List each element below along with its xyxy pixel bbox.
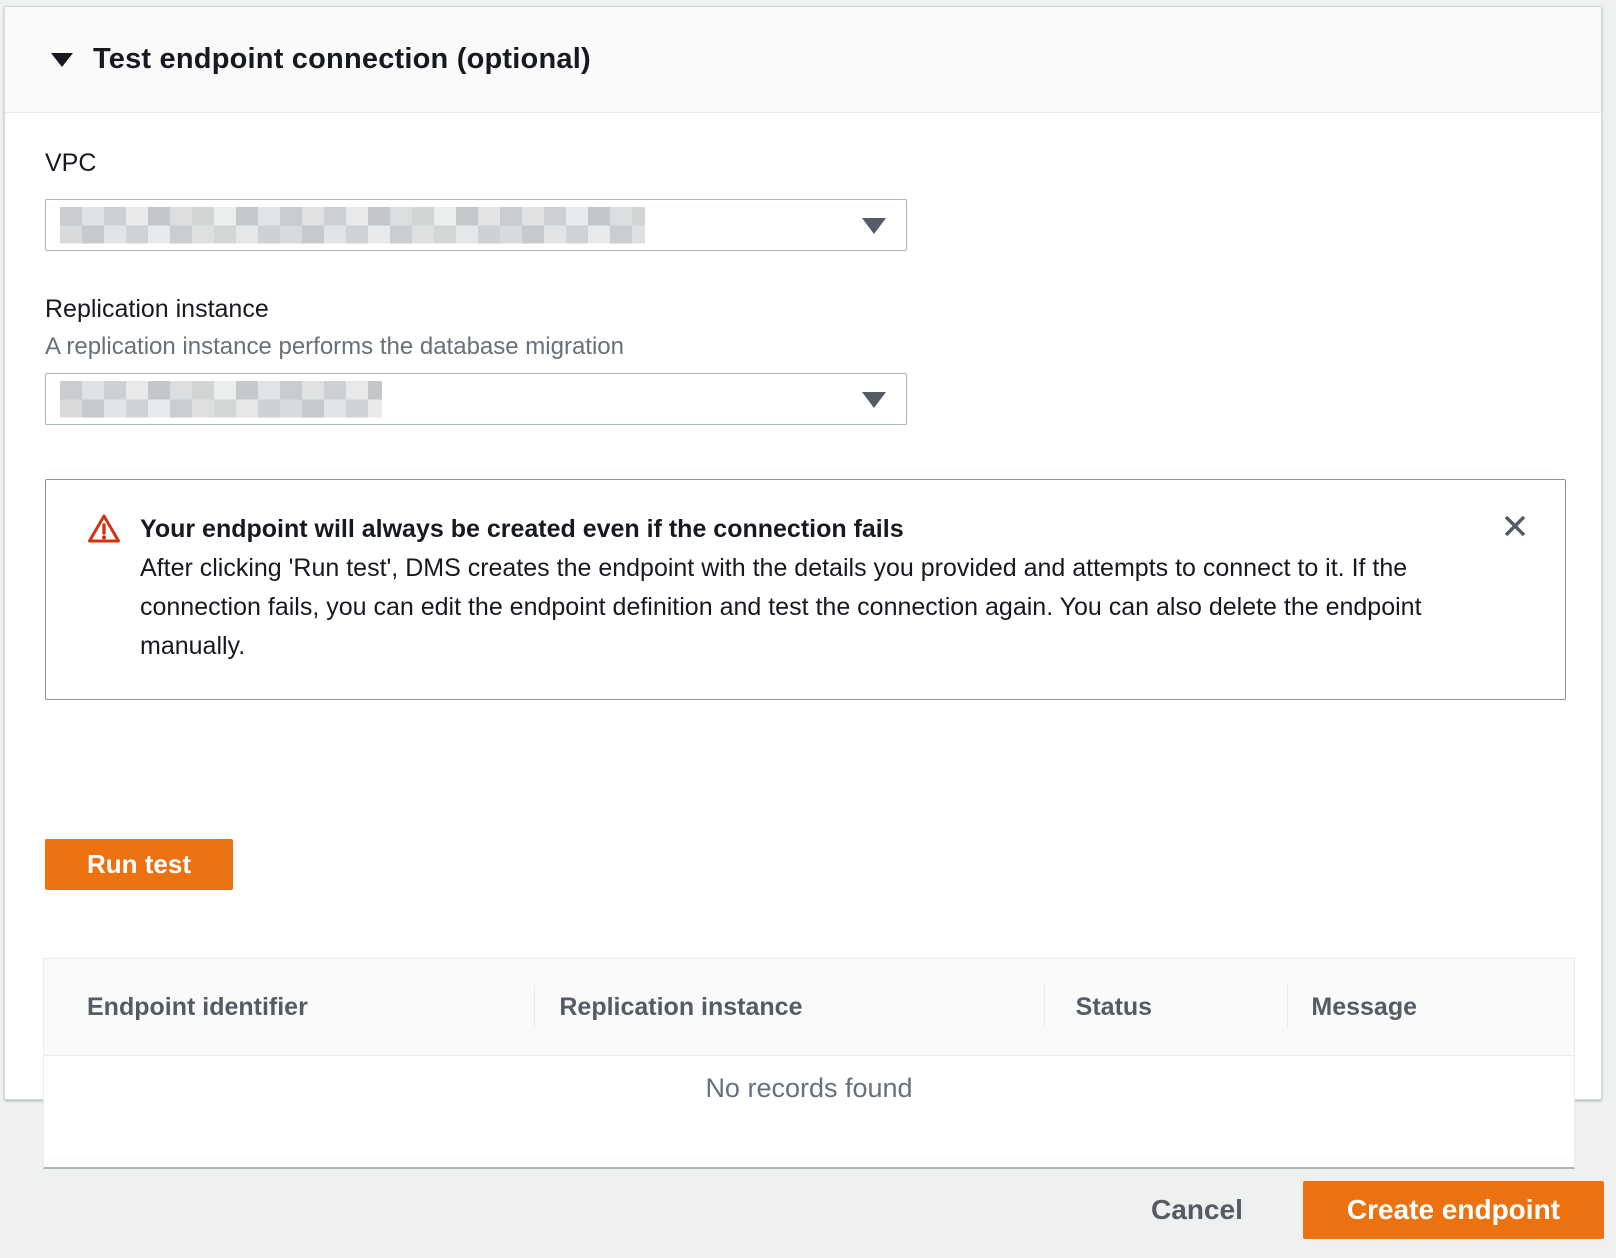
replication-instance-select[interactable]: [45, 373, 907, 425]
section-header-toggle[interactable]: Test endpoint connection (optional): [5, 7, 1601, 113]
connection-results-table: Endpoint identifier Replication instance…: [43, 958, 1575, 1169]
warning-body: After clicking 'Run test', DMS creates t…: [140, 549, 1440, 666]
replication-instance-label: Replication instance: [45, 295, 269, 324]
vpc-selected-value-redacted: [60, 207, 645, 244]
cancel-button[interactable]: Cancel: [1151, 1194, 1243, 1226]
warning-text-block: Your endpoint will always be created eve…: [140, 510, 1440, 666]
replication-instance-description: A replication instance performs the data…: [45, 333, 624, 361]
warning-title: Your endpoint will always be created eve…: [140, 510, 1440, 548]
form-footer-actions: Cancel Create endpoint: [1151, 1181, 1604, 1239]
section-title: Test endpoint connection (optional): [93, 43, 591, 76]
chevron-down-icon: [862, 218, 886, 234]
run-test-button[interactable]: Run test: [45, 839, 233, 890]
column-header-message: Message: [1287, 959, 1574, 1055]
column-header-replication-instance: Replication instance: [534, 959, 1043, 1055]
chevron-down-icon: [862, 392, 886, 408]
vpc-label: VPC: [45, 149, 96, 178]
table-header-row: Endpoint identifier Replication instance…: [44, 959, 1574, 1056]
column-header-status: Status: [1044, 959, 1288, 1055]
collapse-triangle-icon: [51, 53, 73, 67]
warning-alert: Your endpoint will always be created eve…: [45, 479, 1566, 700]
vpc-select[interactable]: [45, 199, 907, 251]
create-endpoint-button[interactable]: Create endpoint: [1303, 1181, 1604, 1239]
empty-table-message: No records found: [44, 1056, 1574, 1168]
column-header-endpoint-identifier: Endpoint identifier: [44, 959, 534, 1055]
replication-instance-selected-value-redacted: [60, 381, 382, 418]
test-endpoint-connection-section: Test endpoint connection (optional) VPC …: [4, 6, 1602, 1100]
warning-triangle-icon: [87, 513, 121, 549]
close-icon[interactable]: [1499, 510, 1531, 542]
section-body: VPC Replication instance A replication i…: [5, 113, 1601, 1099]
